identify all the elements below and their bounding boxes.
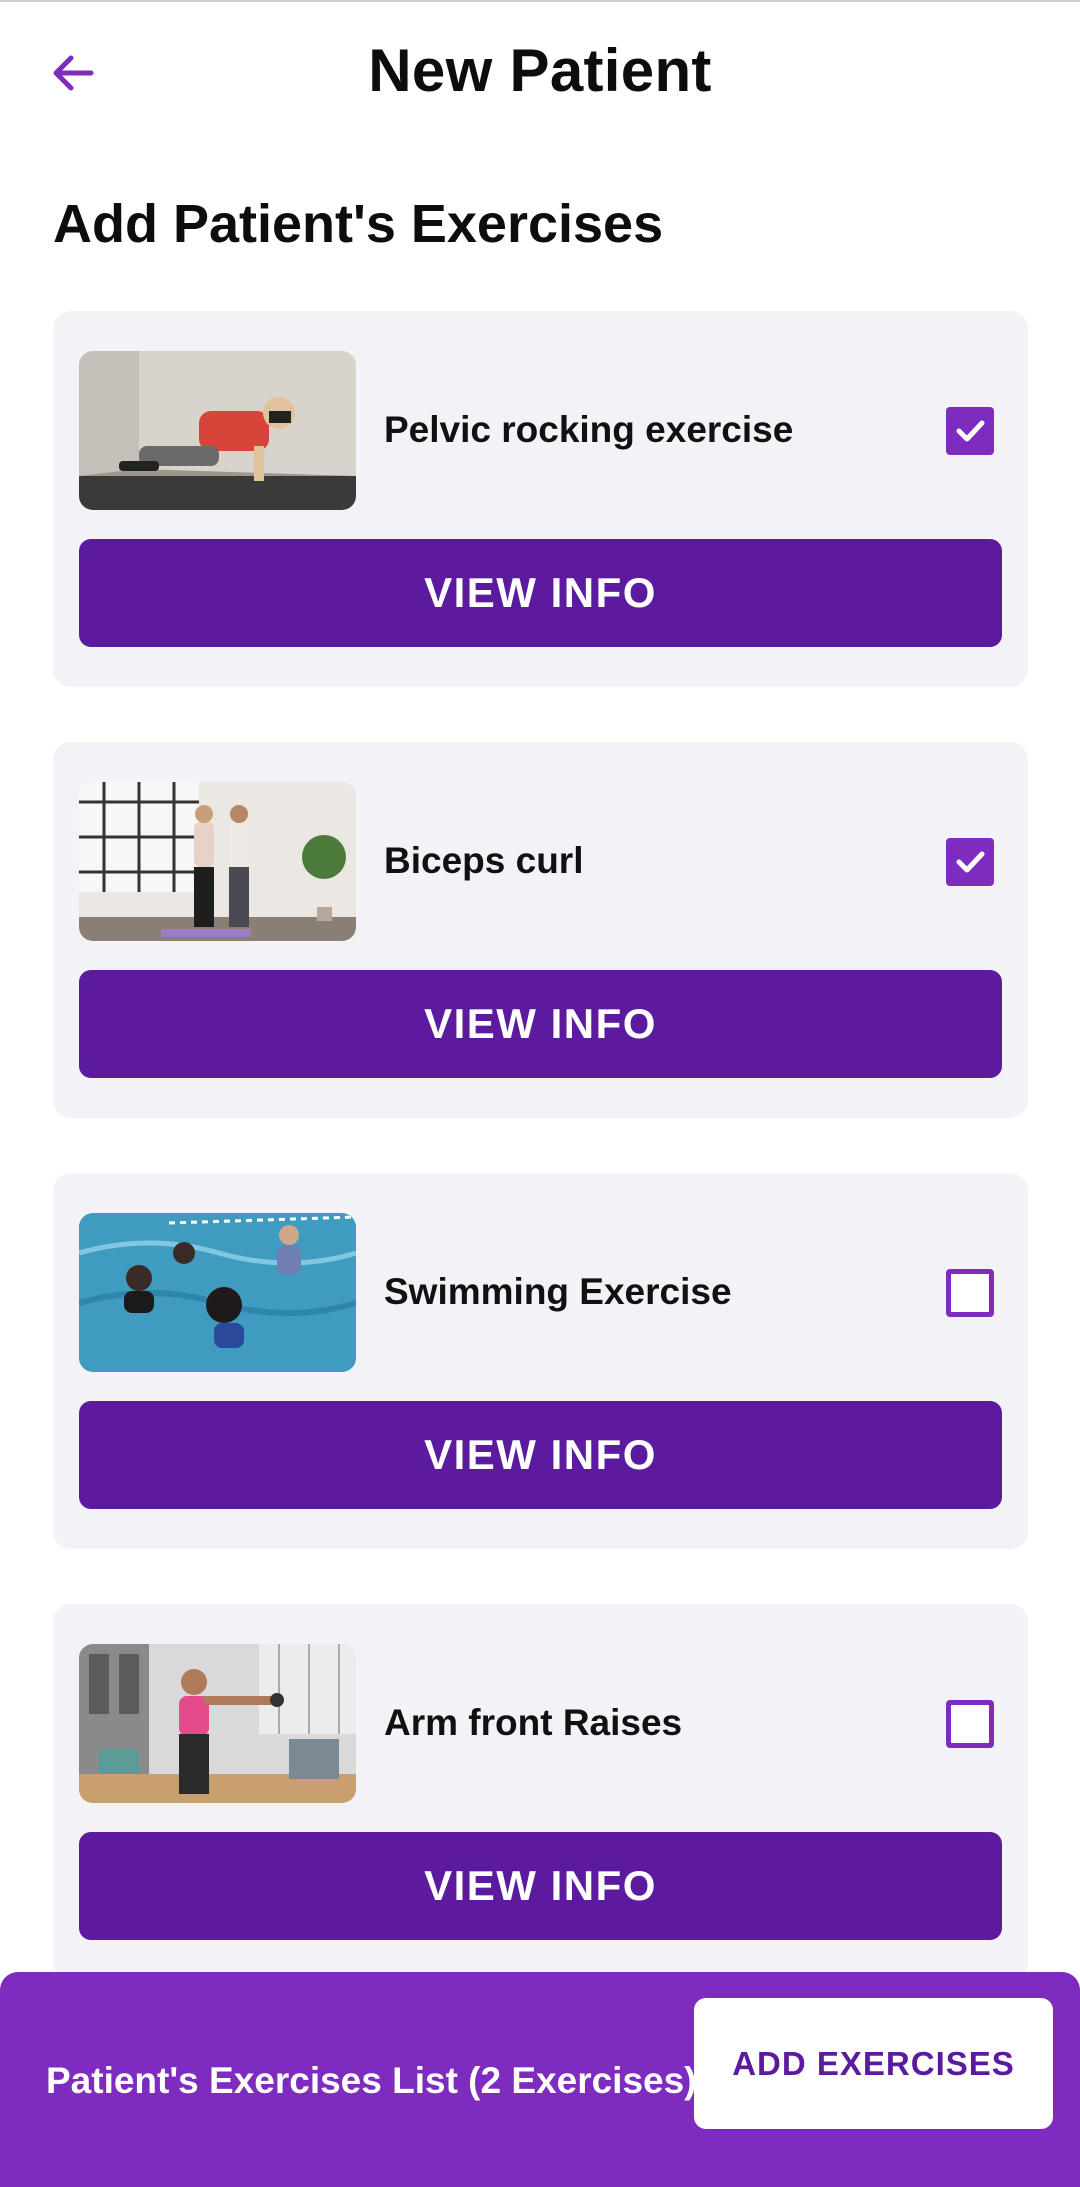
exercise-name: Arm front Raises <box>384 1702 683 1743</box>
view-info-button[interactable]: VIEW INFO <box>79 1832 1002 1940</box>
exercise-card: Swimming Exercise VIEW INFO <box>53 1173 1028 1549</box>
checkmark-icon <box>956 420 985 442</box>
exercise-thumbnail[interactable] <box>79 1213 356 1372</box>
view-info-button[interactable]: VIEW INFO <box>79 970 1002 1078</box>
add-exercises-button[interactable]: ADD EXERCISES <box>694 1998 1053 2129</box>
exercise-name: Biceps curl <box>384 840 584 881</box>
exercise-checkbox[interactable] <box>946 1269 994 1317</box>
app-bar: New Patient <box>0 0 1080 140</box>
section-title: Add Patient's Exercises <box>53 194 664 254</box>
exercise-thumbnail[interactable] <box>79 782 356 941</box>
bottom-action-bar: Patient's Exercises List (2 Exercises) A… <box>0 1972 1080 2187</box>
exercises-summary: Patient's Exercises List (2 Exercises) <box>46 2060 697 2101</box>
exercise-thumbnail[interactable] <box>79 351 356 510</box>
checkmark-icon <box>956 851 985 873</box>
exercise-card: Biceps curl VIEW INFO <box>53 742 1028 1118</box>
view-info-button[interactable]: VIEW INFO <box>79 539 1002 647</box>
exercise-card: Arm front Raises VIEW INFO <box>53 1604 1028 1980</box>
exercise-card: Pelvic rocking exercise VIEW INFO <box>53 311 1028 687</box>
new-patient-screen: New Patient Add Patient's Exercises Pelv… <box>0 0 1080 2187</box>
exercise-checkbox[interactable] <box>946 838 994 886</box>
view-info-button[interactable]: VIEW INFO <box>79 1401 1002 1509</box>
exercise-list: Pelvic rocking exercise VIEW INFO Biceps… <box>53 311 1028 2035</box>
exercise-checkbox[interactable] <box>946 1700 994 1748</box>
exercise-checkbox[interactable] <box>946 407 994 455</box>
exercise-name: Swimming Exercise <box>384 1271 732 1312</box>
page-title: New Patient <box>368 37 712 104</box>
exercise-thumbnail[interactable] <box>79 1644 356 1803</box>
exercise-name: Pelvic rocking exercise <box>384 409 794 450</box>
